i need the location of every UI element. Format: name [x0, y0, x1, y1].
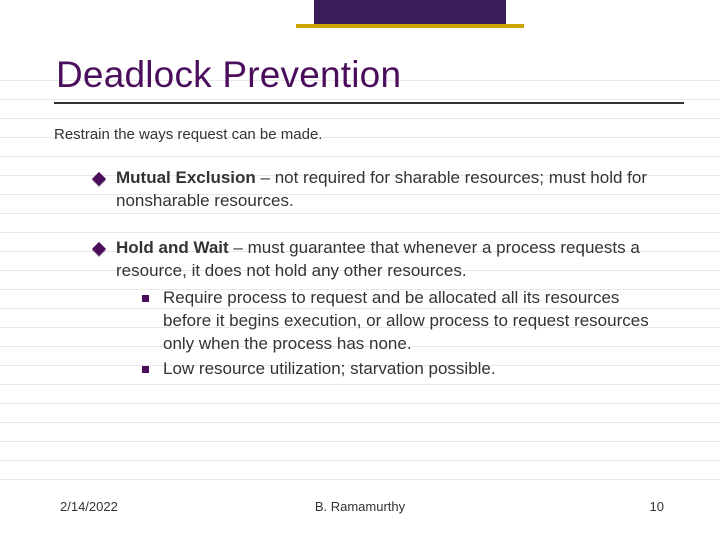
square-bullet-icon: [142, 366, 149, 373]
sub-bullet-list: Require process to request and be alloca…: [142, 287, 656, 381]
bullet-item: Hold and Wait – must guarantee that when…: [94, 237, 664, 381]
diamond-bullet-icon: [92, 172, 106, 186]
bullet-bold: Mutual Exclusion: [116, 168, 256, 187]
slide-content: Deadlock Prevention Restrain the ways re…: [0, 0, 720, 381]
sub-bullet-item: Low resource utilization; starvation pos…: [142, 358, 656, 381]
sub-bullet-text: Low resource utilization; starvation pos…: [163, 358, 496, 381]
diamond-bullet-icon: [92, 242, 106, 256]
footer-page-number: 10: [650, 499, 664, 514]
sub-bullet-text: Require process to request and be alloca…: [163, 287, 653, 356]
square-bullet-icon: [142, 295, 149, 302]
slide-footer: 2/14/2022 B. Ramamurthy 10: [0, 499, 720, 514]
slide-subtitle: Restrain the ways request can be made.: [54, 126, 664, 143]
bullet-bold: Hold and Wait: [116, 238, 229, 257]
header-accent-stripe: [0, 24, 720, 28]
bullet-body: Hold and Wait – must guarantee that when…: [116, 237, 656, 381]
slide-title: Deadlock Prevention: [56, 54, 664, 96]
bullet-item: Mutual Exclusion – not required for shar…: [94, 167, 664, 213]
bullet-text: Hold and Wait – must guarantee that when…: [116, 237, 656, 283]
title-underline: [54, 102, 684, 104]
footer-author: B. Ramamurthy: [315, 499, 405, 514]
header-purple-block: [314, 0, 506, 24]
bullet-text: Mutual Exclusion – not required for shar…: [116, 167, 656, 213]
footer-date: 2/14/2022: [60, 499, 118, 514]
bullet-list: Mutual Exclusion – not required for shar…: [94, 167, 664, 381]
sub-bullet-item: Require process to request and be alloca…: [142, 287, 656, 356]
